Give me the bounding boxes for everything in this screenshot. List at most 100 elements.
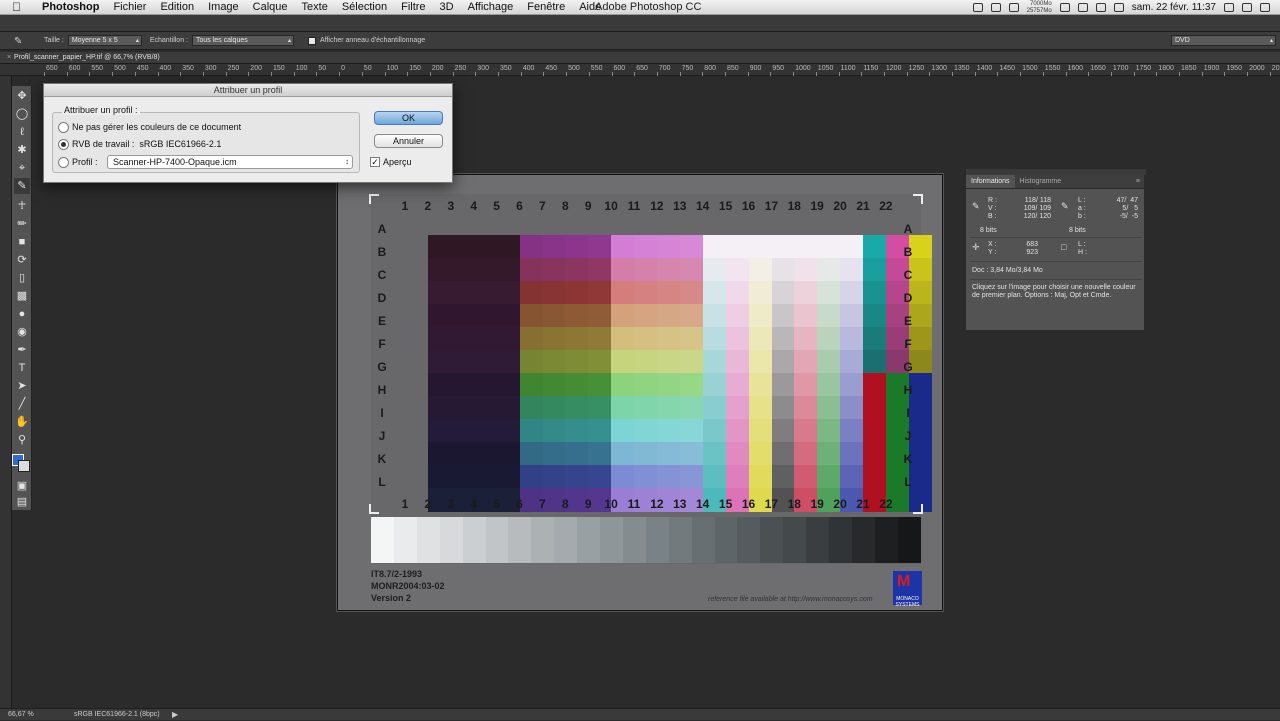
menu-fichier[interactable]: Fichier xyxy=(106,0,153,14)
wifi-icon[interactable] xyxy=(1095,3,1106,12)
clock-icon[interactable] xyxy=(1059,3,1070,12)
ok-button[interactable]: OK xyxy=(374,111,443,125)
move-tool-icon[interactable]: ✥ xyxy=(14,88,30,104)
panel-header-bar[interactable] xyxy=(966,169,1146,175)
brush-tool-icon[interactable]: ✏ xyxy=(14,216,30,232)
dodge-tool-icon[interactable]: ◉ xyxy=(14,324,30,340)
preview-option[interactable]: ✓ Aperçu xyxy=(370,157,412,167)
ruler-tick xyxy=(1110,72,1112,76)
apple-icon[interactable]:  xyxy=(12,0,26,14)
bluetooth-icon[interactable] xyxy=(1077,3,1088,12)
menu-filtre[interactable]: Filtre xyxy=(394,0,432,14)
blur-tool-icon[interactable]: ● xyxy=(14,306,30,322)
eyedropper-icon[interactable]: ✎ xyxy=(14,36,30,48)
datetime[interactable]: sam. 22 févr. 11:37 xyxy=(1132,2,1216,13)
tab-informations[interactable]: Informations xyxy=(966,175,1015,188)
ruler-vertical[interactable] xyxy=(0,76,12,708)
ruler-number: 500 xyxy=(114,65,126,72)
path-selection-tool-icon[interactable]: ➤ xyxy=(14,378,30,394)
option-working-rgb-value: sRGB IEC61966-2.1 xyxy=(139,139,222,149)
eyedropper-tool-icon[interactable]: ✎ xyxy=(14,178,30,194)
ruler-number: 750 xyxy=(681,65,694,72)
column-number-bot: 9 xyxy=(584,497,592,511)
option-profile[interactable]: Profil : xyxy=(58,155,98,169)
color-patch xyxy=(473,442,498,466)
line-tool-icon[interactable]: ╱ xyxy=(14,396,30,412)
zoom-tool-icon[interactable]: ⚲ xyxy=(14,432,30,448)
menu-selection[interactable]: Sélection xyxy=(335,0,394,14)
color-patch xyxy=(863,258,887,282)
crop-tool-icon[interactable]: ⌖ xyxy=(14,160,30,176)
ruler-number: 200 xyxy=(431,65,444,72)
hand-tool-icon[interactable]: ✋ xyxy=(14,414,30,430)
stamp-tool-icon[interactable]: ■ xyxy=(14,234,30,250)
menu-calque[interactable]: Calque xyxy=(246,0,295,14)
profile-select[interactable]: Scanner-HP-7400-Opaque.icm xyxy=(107,155,353,169)
marquee-tool-icon[interactable]: ◯ xyxy=(14,106,30,122)
color-patch xyxy=(771,235,795,259)
color-patch xyxy=(657,281,681,305)
list-icon[interactable] xyxy=(1260,3,1270,12)
volume-icon[interactable] xyxy=(1224,3,1234,12)
spotlight-icon[interactable] xyxy=(1242,3,1252,12)
column-number-top: 10 xyxy=(604,199,618,213)
color-patch xyxy=(565,258,589,282)
magic-wand-tool-icon[interactable]: ✱ xyxy=(14,142,30,158)
zoom-level[interactable]: 66,67 % xyxy=(8,709,34,721)
memory-meter[interactable]: 7000Mo 25757Mo xyxy=(1027,1,1052,15)
sync-icon[interactable] xyxy=(1008,3,1019,12)
document-tab[interactable]: × Profil_scanner_papier_HP.tif @ 66,7% (R… xyxy=(0,52,1280,64)
radio-no-color-management[interactable] xyxy=(58,121,69,133)
quick-mask-icon[interactable]: ▣ xyxy=(14,478,30,494)
menu-3d[interactable]: 3D xyxy=(433,0,461,14)
separator xyxy=(970,237,1142,238)
option-no-color-management[interactable]: Ne pas gérer les couleurs de ce document xyxy=(58,120,241,134)
workspace-select[interactable]: DVD xyxy=(1171,35,1276,46)
color-patch xyxy=(817,419,841,443)
eye-icon[interactable] xyxy=(990,3,1001,12)
status-arrow-icon[interactable]: ▶ xyxy=(172,709,178,721)
cancel-button[interactable]: Annuler xyxy=(374,134,443,148)
pen-tool-icon[interactable]: ✒ xyxy=(14,342,30,358)
gray-step xyxy=(485,517,509,563)
ruler-horizontal[interactable]: 650 600 550 500 450 400 350 300 250 200 150 100 50 0 5… xyxy=(0,64,1280,76)
ruler-number: 250 xyxy=(454,65,467,72)
panel-menu-icon[interactable]: ≡ xyxy=(1136,175,1144,188)
rgb-eyedropper-icon[interactable]: ✎ xyxy=(972,202,980,211)
radio-working-rgb[interactable] xyxy=(58,138,69,150)
eraser-tool-icon[interactable]: ▯ xyxy=(14,270,30,286)
color-patch xyxy=(817,304,841,328)
menu-affichage[interactable]: Affichage xyxy=(461,0,521,14)
option-working-rgb[interactable]: RVB de travail : sRGB IEC61966-2.1 xyxy=(58,137,221,151)
color-patch xyxy=(817,350,841,374)
type-tool-icon[interactable]: T xyxy=(14,360,30,376)
radio-profile[interactable] xyxy=(58,156,69,168)
camera-icon[interactable] xyxy=(972,3,983,12)
menu-texte[interactable]: Texte xyxy=(295,0,335,14)
lasso-tool-icon[interactable]: ℓ xyxy=(14,124,30,140)
close-tab-icon[interactable]: × xyxy=(4,52,14,64)
color-patch xyxy=(748,350,772,374)
document-canvas[interactable]: 1 1 2 2 3 3 4 4 5 5 6 6 7 7 8 8 9 9 10 10 11 11 12 12 13 13 14 14 15… xyxy=(337,174,943,611)
menu-fenetre[interactable]: Fenêtre xyxy=(520,0,572,14)
menu-image[interactable]: Image xyxy=(201,0,246,14)
healing-tool-icon[interactable]: ☥ xyxy=(14,198,30,214)
tab-histogramme[interactable]: Histogramme xyxy=(1015,175,1067,188)
screen-mode-icon[interactable]: ▤ xyxy=(14,494,30,510)
menu-app[interactable]: Photoshop xyxy=(34,0,106,14)
size-select[interactable]: Moyenne 5 x 5 xyxy=(67,35,142,46)
color-patch xyxy=(725,327,750,351)
background-color-swatch[interactable] xyxy=(18,460,30,472)
sample-select[interactable]: Tous les calques xyxy=(191,35,294,46)
ruler-tick xyxy=(725,72,726,76)
color-patch xyxy=(725,373,750,397)
lab-eyedropper-icon[interactable]: ✎ xyxy=(1061,202,1069,211)
preview-checkbox[interactable]: ✓ xyxy=(370,157,380,167)
menu-edition[interactable]: Edition xyxy=(153,0,201,14)
history-brush-tool-icon[interactable]: ⟳ xyxy=(14,252,30,268)
ruler-tick xyxy=(1065,72,1067,76)
ring-checkbox[interactable] xyxy=(307,36,316,45)
color-patch xyxy=(519,304,543,328)
calendar-icon[interactable] xyxy=(1113,3,1124,12)
gradient-tool-icon[interactable]: ▩ xyxy=(14,288,30,304)
